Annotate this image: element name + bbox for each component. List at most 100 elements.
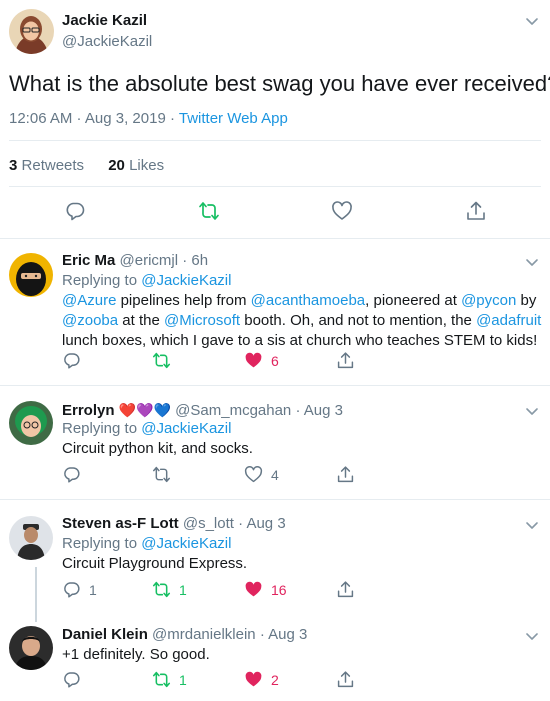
replying-to-label: Replying to	[62, 420, 138, 437]
retweet-action[interactable]	[152, 465, 179, 484]
tweet-source[interactable]: Twitter Web App	[179, 110, 288, 127]
reply-text-part: , pioneered at	[365, 292, 462, 309]
reply-action[interactable]	[62, 670, 89, 689]
reply-author-name[interactable]: Eric Ma	[62, 252, 115, 269]
avatar[interactable]	[9, 401, 53, 445]
reply-time[interactable]: · Aug 3	[260, 626, 308, 643]
mention-link[interactable]: @Azure	[62, 292, 116, 309]
retweet-icon	[152, 466, 171, 483]
replying-to-link[interactable]: @JackieKazil	[141, 535, 231, 552]
reply-text: Circuit python kit, and socks.	[62, 440, 253, 457]
like-action[interactable]: 2	[244, 670, 279, 689]
reply-action[interactable]: 1	[62, 580, 97, 599]
reply-text: +1 definitely. So good.	[62, 646, 210, 663]
reply-text-part: by	[516, 292, 537, 309]
name-emojis: ❤️💜💙	[118, 402, 171, 418]
reply-icon	[64, 672, 80, 688]
share-action[interactable]	[336, 580, 355, 599]
chevron-down-icon[interactable]	[524, 628, 540, 644]
reply-time[interactable]: · Aug 3	[295, 402, 343, 419]
chevron-down-icon[interactable]	[524, 403, 540, 419]
share-icon	[337, 581, 354, 598]
divider	[0, 499, 550, 500]
like-icon[interactable]	[331, 200, 353, 222]
replying-to-link[interactable]: @JackieKazil	[141, 420, 231, 437]
mention-link[interactable]: @acanthamoeba	[251, 292, 365, 309]
retweets-label: Retweets	[21, 157, 85, 174]
share-action[interactable]	[336, 465, 355, 484]
retweet-action[interactable]: 1	[152, 670, 187, 689]
tweet-time[interactable]: 12:06 AM · Aug 3, 2019	[9, 110, 166, 127]
mention-link[interactable]: @zooba	[62, 312, 118, 329]
like-icon	[245, 352, 262, 368]
reply-action[interactable]	[62, 465, 89, 484]
likes-stat[interactable]: 20 Likes	[108, 157, 164, 174]
share-icon	[337, 352, 354, 369]
reply-author-name[interactable]: Errolyn	[62, 402, 115, 419]
reply-icon	[64, 353, 80, 369]
like-count: 2	[271, 671, 279, 688]
reply-icon	[64, 467, 80, 483]
reply-author-handle[interactable]: @mrdanielklein	[152, 626, 256, 643]
reply-text-part: lunch boxes, which I gave to a sis at ch…	[62, 332, 538, 349]
divider	[0, 238, 550, 239]
avatar[interactable]	[9, 626, 53, 670]
retweet-icon	[152, 581, 171, 598]
share-icon	[337, 671, 354, 688]
like-count: 6	[271, 352, 279, 369]
retweet-icon[interactable]	[198, 200, 220, 222]
replying-to-link[interactable]: @JackieKazil	[141, 272, 231, 289]
divider	[9, 186, 541, 187]
reply-header: Steven as-F Lott @s_lott · Aug 3	[62, 514, 286, 534]
reply-count: 1	[89, 581, 97, 598]
retweet-icon	[152, 671, 171, 688]
reply-action[interactable]	[62, 351, 89, 370]
reply-text: @Azure pipelines help from @acanthamoeba…	[62, 291, 542, 351]
reply-icon[interactable]	[64, 200, 86, 222]
replying-to: Replying to @JackieKazil	[62, 419, 231, 439]
chevron-down-icon[interactable]	[524, 13, 540, 29]
mention-link[interactable]: @adafruit	[476, 312, 541, 329]
like-icon	[245, 671, 262, 687]
avatar[interactable]	[9, 9, 54, 54]
retweets-count: 3	[9, 157, 18, 174]
reply-author-handle[interactable]: @Sam_mcgahan	[175, 402, 291, 419]
retweet-action[interactable]: 1	[152, 580, 187, 599]
avatar[interactable]	[9, 516, 53, 560]
chevron-down-icon[interactable]	[524, 254, 540, 270]
share-action[interactable]	[336, 351, 355, 370]
reply-author-name[interactable]: Daniel Klein	[62, 626, 148, 643]
retweet-action[interactable]	[152, 351, 179, 370]
reply-author-name[interactable]: Steven as-F Lott	[62, 515, 179, 532]
reply-author-handle[interactable]: @s_lott	[183, 515, 234, 532]
share-action[interactable]	[336, 670, 355, 689]
like-count: 4	[271, 466, 279, 483]
reply-author-handle[interactable]: @ericmjl	[120, 252, 179, 269]
like-action[interactable]: 6	[244, 351, 279, 370]
chevron-down-icon[interactable]	[524, 517, 540, 533]
retweets-stat[interactable]: 3 Retweets	[9, 157, 88, 174]
reply-icon	[64, 582, 80, 598]
like-icon	[245, 581, 262, 597]
divider	[9, 140, 541, 141]
replying-to: Replying to @JackieKazil	[62, 534, 231, 554]
like-count: 16	[271, 581, 287, 598]
mention-link[interactable]: @Microsoft	[164, 312, 240, 329]
reply-text: Circuit Playground Express.	[62, 555, 248, 572]
reply-text-part: booth. Oh, and not to mention, the	[240, 312, 477, 329]
replying-to-label: Replying to	[62, 535, 138, 552]
like-action[interactable]: 16	[244, 580, 287, 599]
mention-link[interactable]: @pycon	[461, 292, 516, 309]
share-icon[interactable]	[465, 200, 487, 222]
author-handle[interactable]: @JackieKazil	[62, 33, 152, 50]
share-icon	[337, 466, 354, 483]
reply-time[interactable]: · 6h	[182, 252, 208, 269]
retweet-count: 1	[179, 671, 187, 688]
like-action[interactable]: 4	[244, 465, 279, 484]
tweet-stats: 3 Retweets 20 Likes	[9, 157, 164, 174]
author-name[interactable]: Jackie Kazil	[62, 12, 147, 29]
meta-separator: ·	[165, 110, 179, 127]
replying-to-label: Replying to	[62, 272, 138, 289]
reply-time[interactable]: · Aug 3	[238, 515, 286, 532]
avatar[interactable]	[9, 253, 53, 297]
